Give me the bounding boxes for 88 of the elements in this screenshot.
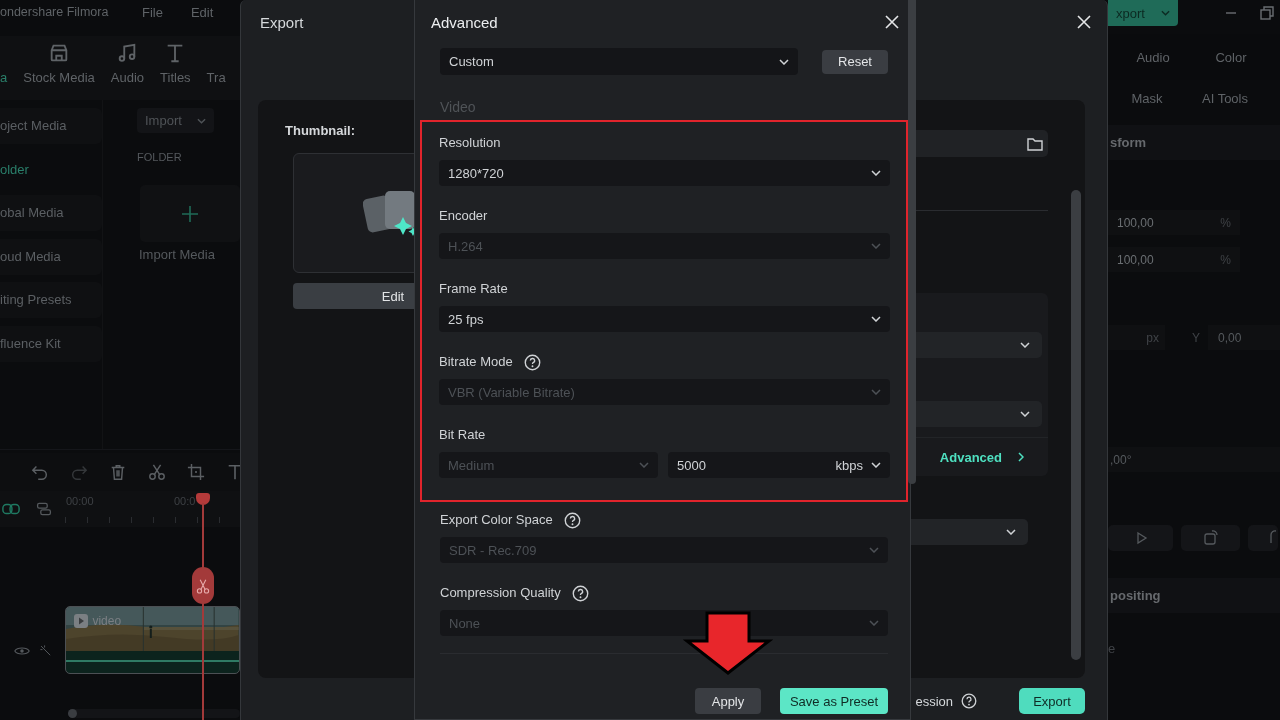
flip-icon[interactable] [1108, 525, 1173, 551]
folder-icon[interactable] [1027, 136, 1043, 151]
close-icon[interactable] [1077, 15, 1091, 29]
toolbar-tab[interactable]: Titles [160, 42, 191, 85]
chevron-icon [871, 462, 881, 468]
store-icon [48, 42, 70, 64]
preset-dropdown[interactable]: Custom [440, 48, 798, 75]
split-button[interactable] [192, 567, 214, 604]
dialog-title: Advanced [431, 13, 498, 31]
help-icon[interactable] [961, 693, 977, 709]
link-icon[interactable] [2, 501, 20, 517]
export-button[interactable]: Export [1019, 688, 1085, 714]
chevron-icon [197, 117, 206, 124]
chevron-icon [779, 58, 789, 65]
app-title: ondershare Filmora [0, 5, 110, 19]
dropdown[interactable]: 1280*720 [439, 160, 890, 186]
import-media-label: Import Media [139, 247, 215, 262]
chevron-icon [871, 316, 881, 322]
toolbar-tab[interactable]: a [0, 42, 8, 85]
menu-item[interactable]: Edit [190, 4, 214, 20]
import-media-tile[interactable] [140, 185, 240, 242]
field-label: Export Color Space [440, 511, 553, 529]
field-label: Bitrate Mode [439, 353, 513, 371]
chevron-icon [871, 389, 881, 395]
track-icon[interactable] [35, 501, 53, 517]
chevron-icon [869, 620, 879, 626]
field-label: Resolution [439, 134, 501, 152]
export-button[interactable]: xport [1108, 0, 1178, 26]
reset-button[interactable]: Reset [822, 49, 888, 74]
number-field[interactable]: 100,00 % [1108, 247, 1240, 272]
rotate-icon[interactable] [1248, 525, 1278, 551]
scissors-icon[interactable] [148, 463, 166, 481]
crop-icon[interactable] [187, 463, 205, 481]
sidebar-item[interactable]: fluence Kit [0, 325, 102, 362]
section-header[interactable]: positing [1108, 578, 1280, 613]
play-icon [74, 614, 89, 628]
chevron-icon [871, 243, 881, 249]
scrollbar[interactable] [68, 709, 240, 718]
chevron-icon [639, 462, 649, 468]
number-field[interactable]: 100,00 % [1108, 210, 1240, 235]
toolbar-tab[interactable]: Audio [110, 42, 145, 85]
chevron-icon [1006, 529, 1016, 535]
folder-heading: FOLDER [137, 151, 182, 163]
sidebar-item[interactable]: iting Presets [0, 282, 102, 318]
sidebar-item[interactable]: oject Media [0, 108, 102, 144]
option-label: ession [915, 693, 953, 709]
field-label: Compression Quality [440, 584, 561, 602]
panel-tab[interactable]: Audio [1114, 49, 1192, 65]
trash-icon[interactable] [109, 463, 127, 481]
field-label: Encoder [439, 207, 488, 225]
chevron-right-icon[interactable] [1018, 452, 1024, 462]
chevron-icon [1161, 10, 1170, 16]
sidebar-item[interactable]: older [0, 151, 102, 188]
plus-icon [181, 204, 199, 223]
eye-icon[interactable] [14, 644, 30, 658]
toolbar-tab[interactable]: Tra [206, 42, 226, 85]
number-field[interactable]: 0,00 [1208, 325, 1280, 350]
chevron-icon [1020, 411, 1030, 417]
dropdown[interactable]: 25 fps [439, 306, 890, 332]
toolbar-tab[interactable]: Stock Media [23, 42, 95, 85]
field-label: e [1108, 641, 1117, 656]
chevron-icon [1020, 342, 1030, 348]
redo-icon[interactable] [70, 463, 88, 481]
restore-icon[interactable] [1260, 6, 1274, 20]
text-icon[interactable] [226, 463, 240, 481]
scrollbar[interactable] [908, 0, 916, 484]
sidebar-item[interactable]: oud Media [0, 238, 102, 275]
number-field[interactable]: ,00° [1108, 447, 1280, 472]
sidebar-item[interactable]: obal Media [0, 195, 102, 231]
panel-tab[interactable]: Color [1192, 49, 1270, 65]
field-label: Bit Rate [439, 426, 486, 444]
scrollbar[interactable] [1071, 190, 1081, 660]
close-icon[interactable] [885, 15, 899, 29]
dialog-title: Export [260, 13, 304, 31]
panel-subtab[interactable]: AI Tools [1186, 91, 1264, 106]
thumbnail-label: Thumbnail: [285, 122, 356, 140]
section-header[interactable]: sform [1108, 125, 1280, 160]
undo-icon[interactable] [31, 463, 49, 481]
panel-subtab[interactable]: Mask [1108, 91, 1186, 106]
menu-item[interactable]: File [142, 4, 163, 20]
bitrate-field[interactable]: 5000 kbps [668, 452, 890, 478]
import-button[interactable]: Import [137, 108, 214, 133]
apply-button[interactable]: Apply [695, 688, 761, 714]
chevron-icon [869, 547, 879, 553]
rotate-icon[interactable] [1181, 525, 1240, 551]
save-preset-button[interactable]: Save as Preset [780, 688, 888, 714]
chevron-icon [871, 170, 881, 176]
advanced-link[interactable]: Advanced [939, 449, 1002, 465]
